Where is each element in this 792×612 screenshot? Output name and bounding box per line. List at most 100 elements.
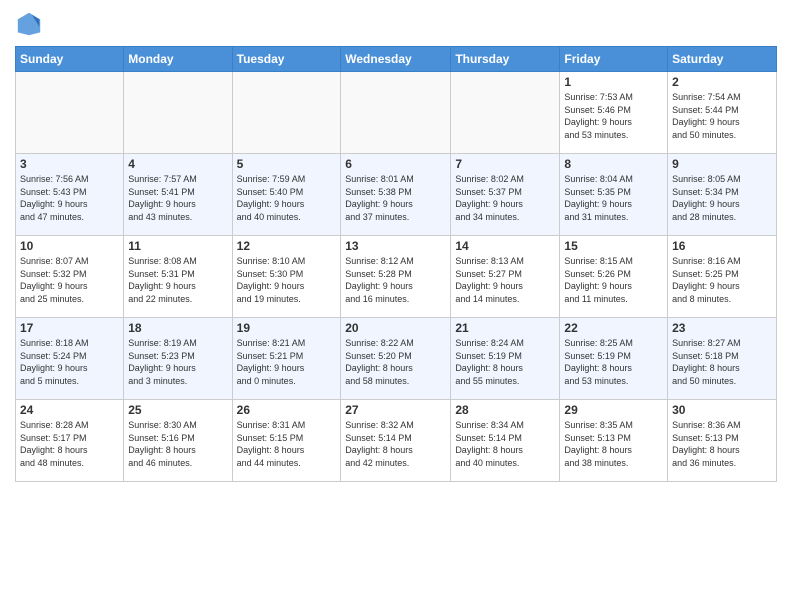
calendar-cell: 11 Sunrise: 8:08 AM Sunset: 5:31 PM Dayli… [124, 236, 232, 318]
day-number: 30 [672, 403, 772, 417]
calendar-cell: 30 Sunrise: 8:36 AM Sunset: 5:13 PM Dayli… [668, 400, 777, 482]
weekday-header-row: SundayMondayTuesdayWednesdayThursdayFrid… [16, 47, 777, 72]
day-number: 13 [345, 239, 446, 253]
day-number: 9 [672, 157, 772, 171]
day-number: 18 [128, 321, 227, 335]
calendar-cell: 29Sunrise: 8:35 AM Sunset: 5:13 PM Dayli… [560, 400, 668, 482]
calendar-cell [341, 72, 451, 154]
calendar-cell [16, 72, 124, 154]
day-info: Sunrise: 8:34 AM Sunset: 5:14 PM Dayligh… [455, 419, 555, 469]
day-number: 14 [455, 239, 555, 253]
day-number: 15 [564, 239, 663, 253]
day-number: 5 [237, 157, 337, 171]
day-info: Sunrise: 7:54 AM Sunset: 5:44 PM Dayligh… [672, 91, 772, 141]
calendar-cell: 16 Sunrise: 8:16 AM Sunset: 5:25 PM Dayli… [668, 236, 777, 318]
weekday-header-saturday: Saturday [668, 47, 777, 72]
day-info: Sunrise: 8:10 AM Sunset: 5:30 PM Dayligh… [237, 255, 337, 305]
day-number: 21 [455, 321, 555, 335]
calendar-cell: 17Sunrise: 8:18 AM Sunset: 5:24 PM Dayli… [16, 318, 124, 400]
calendar-cell [124, 72, 232, 154]
day-number: 22 [564, 321, 663, 335]
calendar-cell: 15 Sunrise: 8:15 AM Sunset: 5:26 PM Dayli… [560, 236, 668, 318]
week-row-2: 3Sunrise: 7:56 AM Sunset: 5:43 PM Daylig… [16, 154, 777, 236]
day-number: 29 [564, 403, 663, 417]
logo [15, 10, 47, 38]
weekday-header-wednesday: Wednesday [341, 47, 451, 72]
day-info: Sunrise: 8:02 AM Sunset: 5:37 PM Dayligh… [455, 173, 555, 223]
day-info: Sunrise: 8:28 AM Sunset: 5:17 PM Dayligh… [20, 419, 119, 469]
day-info: Sunrise: 8:12 AM Sunset: 5:28 PM Dayligh… [345, 255, 446, 305]
calendar: SundayMondayTuesdayWednesdayThursdayFrid… [15, 46, 777, 482]
calendar-cell: 10 Sunrise: 8:07 AM Sunset: 5:32 PM Dayli… [16, 236, 124, 318]
calendar-cell: 23 Sunrise: 8:27 AM Sunset: 5:18 PM Dayli… [668, 318, 777, 400]
weekday-header-monday: Monday [124, 47, 232, 72]
week-row-4: 17Sunrise: 8:18 AM Sunset: 5:24 PM Dayli… [16, 318, 777, 400]
weekday-header-thursday: Thursday [451, 47, 560, 72]
calendar-cell: 22 Sunrise: 8:25 AM Sunset: 5:19 PM Dayli… [560, 318, 668, 400]
weekday-header-tuesday: Tuesday [232, 47, 341, 72]
day-info: Sunrise: 8:08 AM Sunset: 5:31 PM Dayligh… [128, 255, 227, 305]
day-number: 26 [237, 403, 337, 417]
day-info: Sunrise: 8:25 AM Sunset: 5:19 PM Dayligh… [564, 337, 663, 387]
day-info: Sunrise: 8:07 AM Sunset: 5:32 PM Dayligh… [20, 255, 119, 305]
day-number: 11 [128, 239, 227, 253]
day-info: Sunrise: 8:21 AM Sunset: 5:21 PM Dayligh… [237, 337, 337, 387]
calendar-cell [451, 72, 560, 154]
day-number: 6 [345, 157, 446, 171]
day-number: 19 [237, 321, 337, 335]
day-number: 1 [564, 75, 663, 89]
calendar-cell: 7 Sunrise: 8:02 AM Sunset: 5:37 PM Daylig… [451, 154, 560, 236]
day-number: 23 [672, 321, 772, 335]
day-info: Sunrise: 8:15 AM Sunset: 5:26 PM Dayligh… [564, 255, 663, 305]
calendar-cell: 25 Sunrise: 8:30 AM Sunset: 5:16 PM Dayli… [124, 400, 232, 482]
day-info: Sunrise: 7:59 AM Sunset: 5:40 PM Dayligh… [237, 173, 337, 223]
day-number: 2 [672, 75, 772, 89]
day-info: Sunrise: 8:36 AM Sunset: 5:13 PM Dayligh… [672, 419, 772, 469]
day-number: 20 [345, 321, 446, 335]
day-info: Sunrise: 7:57 AM Sunset: 5:41 PM Dayligh… [128, 173, 227, 223]
day-info: Sunrise: 8:30 AM Sunset: 5:16 PM Dayligh… [128, 419, 227, 469]
day-number: 16 [672, 239, 772, 253]
weekday-header-friday: Friday [560, 47, 668, 72]
calendar-cell: 12 Sunrise: 8:10 AM Sunset: 5:30 PM Dayli… [232, 236, 341, 318]
calendar-cell: 28 Sunrise: 8:34 AM Sunset: 5:14 PM Dayli… [451, 400, 560, 482]
day-number: 10 [20, 239, 119, 253]
weekday-header-sunday: Sunday [16, 47, 124, 72]
day-info: Sunrise: 8:01 AM Sunset: 5:38 PM Dayligh… [345, 173, 446, 223]
calendar-cell: 6 Sunrise: 8:01 AM Sunset: 5:38 PM Daylig… [341, 154, 451, 236]
day-info: Sunrise: 8:27 AM Sunset: 5:18 PM Dayligh… [672, 337, 772, 387]
header [15, 10, 777, 38]
day-info: Sunrise: 8:22 AM Sunset: 5:20 PM Dayligh… [345, 337, 446, 387]
day-number: 8 [564, 157, 663, 171]
calendar-cell: 2 Sunrise: 7:54 AM Sunset: 5:44 PM Daylig… [668, 72, 777, 154]
calendar-cell: 13 Sunrise: 8:12 AM Sunset: 5:28 PM Dayli… [341, 236, 451, 318]
week-row-3: 10 Sunrise: 8:07 AM Sunset: 5:32 PM Dayli… [16, 236, 777, 318]
day-number: 27 [345, 403, 446, 417]
calendar-cell: 3Sunrise: 7:56 AM Sunset: 5:43 PM Daylig… [16, 154, 124, 236]
calendar-cell: 5 Sunrise: 7:59 AM Sunset: 5:40 PM Daylig… [232, 154, 341, 236]
calendar-cell: 18 Sunrise: 8:19 AM Sunset: 5:23 PM Dayli… [124, 318, 232, 400]
day-number: 17 [20, 321, 119, 335]
day-number: 24 [20, 403, 119, 417]
day-info: Sunrise: 7:53 AM Sunset: 5:46 PM Dayligh… [564, 91, 663, 141]
day-info: Sunrise: 8:16 AM Sunset: 5:25 PM Dayligh… [672, 255, 772, 305]
calendar-cell: 27 Sunrise: 8:32 AM Sunset: 5:14 PM Dayli… [341, 400, 451, 482]
day-info: Sunrise: 8:05 AM Sunset: 5:34 PM Dayligh… [672, 173, 772, 223]
calendar-cell: 4Sunrise: 7:57 AM Sunset: 5:41 PM Daylig… [124, 154, 232, 236]
day-info: Sunrise: 8:19 AM Sunset: 5:23 PM Dayligh… [128, 337, 227, 387]
day-number: 28 [455, 403, 555, 417]
calendar-cell: 9 Sunrise: 8:05 AM Sunset: 5:34 PM Daylig… [668, 154, 777, 236]
day-info: Sunrise: 8:13 AM Sunset: 5:27 PM Dayligh… [455, 255, 555, 305]
calendar-cell: 20 Sunrise: 8:22 AM Sunset: 5:20 PM Dayli… [341, 318, 451, 400]
calendar-cell: 14 Sunrise: 8:13 AM Sunset: 5:27 PM Dayli… [451, 236, 560, 318]
day-number: 3 [20, 157, 119, 171]
day-number: 7 [455, 157, 555, 171]
calendar-cell: 1 Sunrise: 7:53 AM Sunset: 5:46 PM Daylig… [560, 72, 668, 154]
day-number: 12 [237, 239, 337, 253]
calendar-cell: 21Sunrise: 8:24 AM Sunset: 5:19 PM Dayli… [451, 318, 560, 400]
day-info: Sunrise: 8:32 AM Sunset: 5:14 PM Dayligh… [345, 419, 446, 469]
page: SundayMondayTuesdayWednesdayThursdayFrid… [0, 0, 792, 612]
calendar-cell: 24 Sunrise: 8:28 AM Sunset: 5:17 PM Dayli… [16, 400, 124, 482]
day-number: 25 [128, 403, 227, 417]
calendar-cell: 19 Sunrise: 8:21 AM Sunset: 5:21 PM Dayli… [232, 318, 341, 400]
